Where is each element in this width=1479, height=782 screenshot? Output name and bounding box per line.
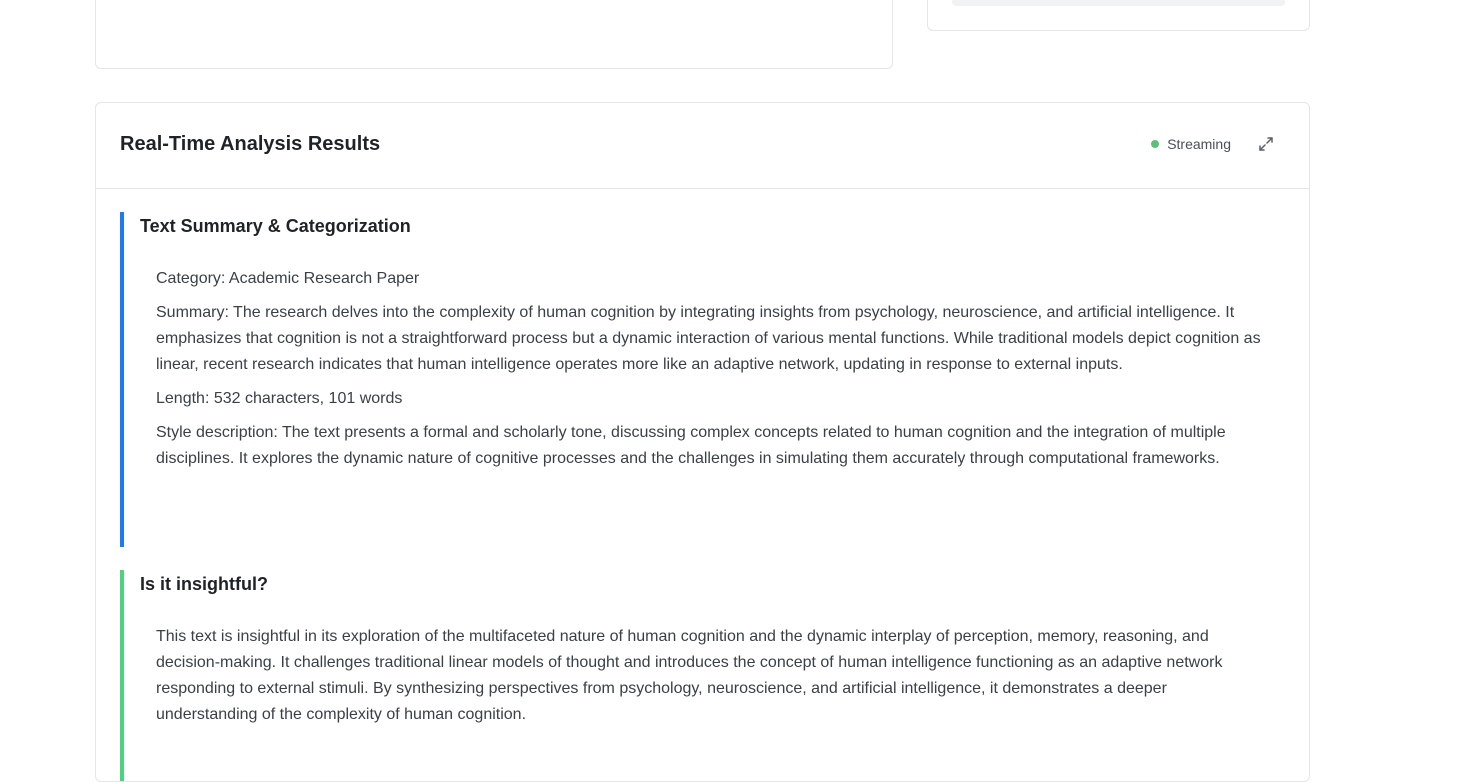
- category-text: Category: Academic Research Paper: [156, 270, 420, 287]
- results-header: Real-Time Analysis Results Streaming: [96, 103, 1309, 189]
- status-badge: Streaming: [1167, 136, 1231, 152]
- results-title: Real-Time Analysis Results: [120, 133, 381, 155]
- summary-text: Summary: The research delves into the co…: [156, 304, 1261, 373]
- section-title: Is it insightful?: [140, 574, 268, 594]
- expand-icon[interactable]: [1257, 135, 1275, 153]
- section-insightful: Is it insightful? This text is insightfu…: [120, 570, 1285, 781]
- placeholder-bar: [952, 0, 1285, 6]
- analysis-results-card: Real-Time Analysis Results Streaming Tex…: [95, 102, 1310, 782]
- header-actions: Streaming: [1151, 135, 1275, 153]
- style-text: Style description: The text presents a f…: [156, 424, 1226, 467]
- insight-text: This text is insightful in its explorati…: [156, 628, 1223, 723]
- status-dot: [1151, 140, 1160, 148]
- section-title: Text Summary & Categorization: [140, 216, 411, 236]
- section-body: This text is insightful in its explorati…: [156, 624, 1267, 736]
- length-text: Length: 532 characters, 101 words: [156, 390, 403, 407]
- top-left-card: [95, 0, 893, 69]
- top-right-card: [927, 0, 1310, 31]
- section-body: Category: Academic Research Paper Summar…: [156, 266, 1267, 480]
- section-summary: Text Summary & Categorization Category: …: [120, 212, 1285, 547]
